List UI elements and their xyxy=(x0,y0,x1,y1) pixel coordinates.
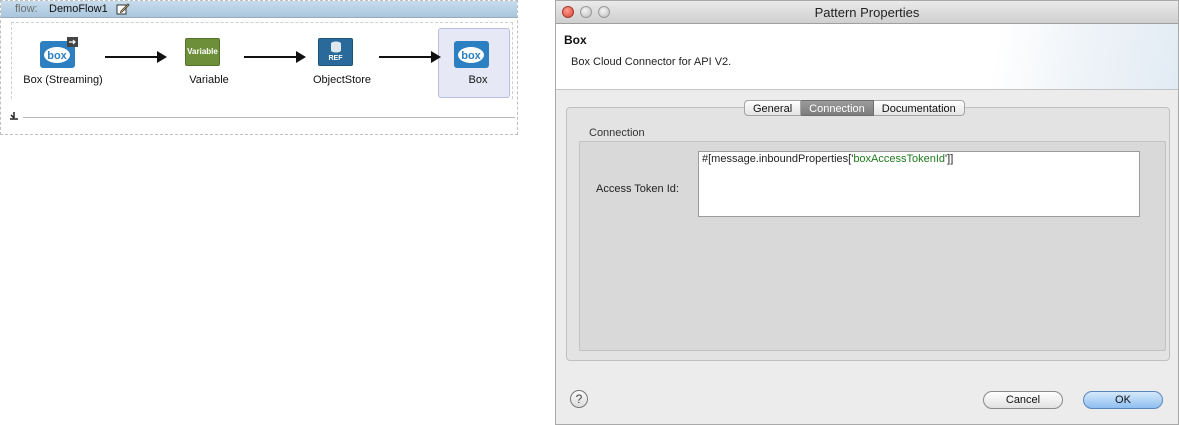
collapse-icon[interactable] xyxy=(10,112,19,120)
ok-button[interactable]: OK xyxy=(1083,391,1163,409)
access-token-label: Access Token Id: xyxy=(596,183,679,195)
connection-group-label: Connection xyxy=(589,127,645,139)
flow-header: flow: DemoFlow1 xyxy=(1,1,517,18)
flow-arrow xyxy=(244,51,306,63)
box-icon: box xyxy=(454,41,489,68)
header-title: Box xyxy=(564,33,587,47)
expression-string: boxAccessTokenId xyxy=(853,153,946,165)
node-label: Variable xyxy=(189,74,229,86)
variable-icon: Variable xyxy=(185,38,220,66)
box-streaming-icon: box xyxy=(40,37,78,68)
flow-keyword: flow: xyxy=(15,3,38,15)
expression-suffix: ']] xyxy=(945,153,954,165)
flow-arrow xyxy=(105,51,167,63)
svg-text:box: box xyxy=(47,50,67,62)
node-label: Box (Streaming) xyxy=(23,74,103,86)
flow-arrow xyxy=(379,51,441,63)
flow-canvas: flow: DemoFlow1 box Box (Streaming) Vari… xyxy=(0,0,518,135)
window-title: Pattern Properties xyxy=(814,5,920,20)
database-icon: REF xyxy=(318,38,353,66)
cancel-button[interactable]: Cancel xyxy=(983,391,1063,409)
titlebar[interactable]: Pattern Properties xyxy=(556,1,1178,24)
dialog-header: Box Box Cloud Connector for API V2. xyxy=(556,24,1178,90)
flow-separator xyxy=(23,117,515,118)
node-label: ObjectStore xyxy=(312,74,372,86)
tab-documentation[interactable]: Documentation xyxy=(873,100,965,116)
help-icon[interactable]: ? xyxy=(570,390,588,408)
header-description: Box Cloud Connector for API V2. xyxy=(571,56,732,68)
tab-general[interactable]: General xyxy=(744,100,802,116)
edit-icon[interactable] xyxy=(116,2,130,15)
node-label: Box xyxy=(468,74,488,86)
flow-name[interactable]: DemoFlow1 xyxy=(49,3,108,15)
access-token-field[interactable]: #[message.inboundProperties['boxAccessTo… xyxy=(698,151,1140,217)
tab-bar: General Connection Documentation xyxy=(744,100,965,116)
expression-prefix: #[message.inboundProperties[' xyxy=(702,153,854,165)
svg-text:box: box xyxy=(461,50,481,62)
tab-connection[interactable]: Connection xyxy=(801,100,874,116)
pattern-properties-dialog: Pattern Properties Box Box Cloud Connect… xyxy=(555,0,1179,425)
